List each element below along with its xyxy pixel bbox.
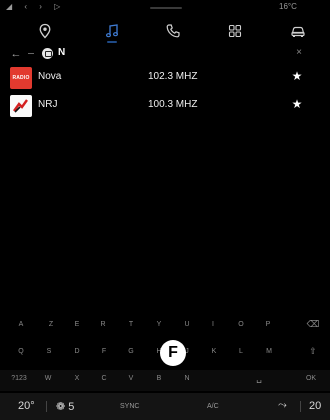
nova-logo: RADIO: [10, 67, 32, 89]
key-x[interactable]: X: [66, 369, 88, 387]
key-k[interactable]: K: [203, 342, 225, 360]
nrj-logo-mark: [13, 99, 28, 113]
nav-vehicle[interactable]: [278, 14, 318, 48]
back-button[interactable]: ←: [8, 46, 24, 62]
car-icon: [291, 26, 305, 37]
key-p[interactable]: P: [257, 315, 279, 333]
key-c[interactable]: C: [93, 369, 115, 387]
space-key[interactable]: ␣: [248, 369, 270, 387]
key-y[interactable]: Y: [148, 315, 170, 333]
key-v[interactable]: V: [120, 369, 142, 387]
drag-handle[interactable]: [150, 7, 182, 9]
key-d[interactable]: D: [66, 342, 88, 360]
radio-icon: [42, 48, 53, 59]
close-icon: ×: [296, 47, 302, 58]
key-m[interactable]: M: [258, 342, 280, 360]
station-name: Nova: [38, 71, 62, 82]
key-o[interactable]: O: [230, 315, 252, 333]
key-s[interactable]: S: [38, 342, 60, 360]
passenger-temperature[interactable]: 20: [309, 400, 321, 412]
favorite-star-icon[interactable]: ★: [290, 97, 304, 111]
key-w[interactable]: W: [37, 369, 59, 387]
back-arrow-icon: ←: [10, 48, 22, 60]
search-header: ← N ×: [0, 44, 330, 64]
key-f[interactable]: F: [93, 342, 115, 360]
status-bar: ◢ ‹ › ▷ 16°C: [0, 0, 330, 14]
key-l[interactable]: L: [230, 342, 252, 360]
key-e[interactable]: E: [66, 315, 88, 333]
nav-navigation[interactable]: [25, 14, 65, 48]
fan-speed[interactable]: ❁ 5: [56, 400, 74, 413]
outside-temperature: 16°C: [279, 2, 297, 11]
key-b[interactable]: B: [148, 369, 170, 387]
climate-bar: 20° ❁ 5 SYNC A/C ⤳ 20: [0, 393, 330, 420]
divider: [46, 401, 47, 412]
nav-apps[interactable]: [215, 14, 255, 48]
nav-multimedia[interactable]: [92, 14, 132, 48]
station-name: NRJ: [38, 99, 58, 110]
key-t[interactable]: T: [120, 315, 142, 333]
sync-button[interactable]: SYNC: [120, 403, 139, 410]
key-u[interactable]: U: [176, 315, 198, 333]
nav-phone[interactable]: [153, 14, 193, 48]
key-z[interactable]: Z: [40, 315, 62, 333]
location-pin-icon: [39, 23, 51, 39]
key-a[interactable]: A: [10, 315, 32, 333]
nova-logo-text: RADIO: [12, 75, 30, 81]
top-navigation: [0, 14, 330, 48]
divider: [300, 401, 301, 412]
header-divider: [28, 53, 34, 54]
key-i[interactable]: I: [202, 315, 224, 333]
phone-icon: [166, 24, 180, 38]
key-n[interactable]: N: [176, 369, 198, 387]
ok-key[interactable]: OK: [300, 369, 322, 387]
active-indicator: [107, 41, 117, 43]
station-frequency: 102.3 MHZ: [148, 71, 198, 82]
key-q[interactable]: Q: [10, 342, 32, 360]
clear-search-button[interactable]: ×: [292, 46, 306, 60]
search-query[interactable]: N: [58, 47, 65, 58]
numbers-key[interactable]: ?123: [6, 369, 32, 387]
key-g[interactable]: G: [120, 342, 142, 360]
ac-button[interactable]: A/C: [207, 403, 219, 410]
apps-grid-icon: [228, 24, 242, 38]
seat-heating-icon[interactable]: ⤳: [278, 399, 287, 412]
favorite-star-icon[interactable]: ★: [290, 69, 304, 83]
music-note-icon: [105, 24, 119, 38]
key-r[interactable]: R: [92, 315, 114, 333]
backspace-key[interactable]: ⌫: [302, 315, 324, 333]
nrj-logo: [10, 95, 32, 117]
status-icons: ◢ ‹ › ▷: [6, 2, 66, 11]
callout-marker: F: [160, 340, 186, 366]
shift-key[interactable]: ⇧: [302, 342, 324, 360]
station-row[interactable]: NRJ 100.3 MHZ ★: [0, 94, 330, 118]
driver-temperature[interactable]: 20°: [18, 400, 35, 412]
station-frequency: 100.3 MHZ: [148, 99, 198, 110]
station-row[interactable]: RADIO Nova 102.3 MHZ ★: [0, 66, 330, 90]
